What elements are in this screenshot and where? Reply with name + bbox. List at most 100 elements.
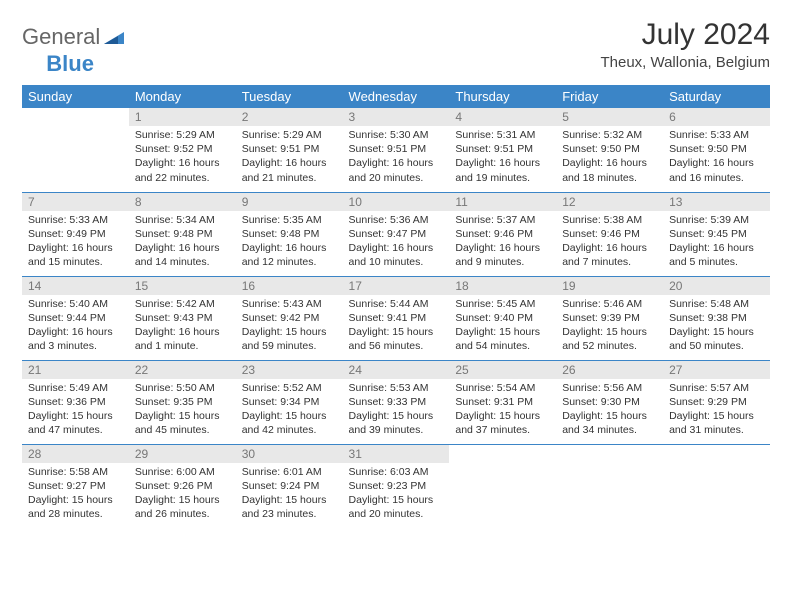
day-details: Sunrise: 5:29 AMSunset: 9:51 PMDaylight:…: [236, 126, 343, 189]
day-number: 25: [449, 361, 556, 379]
daylight-line: Daylight: 16 hours and 1 minute.: [135, 326, 220, 352]
sunset-line: Sunset: 9:31 PM: [455, 396, 533, 408]
calendar-cell: 3Sunrise: 5:30 AMSunset: 9:51 PMDaylight…: [343, 108, 450, 192]
triangle-icon: [104, 24, 124, 50]
weekday-header: Saturday: [663, 85, 770, 108]
calendar-cell: 7Sunrise: 5:33 AMSunset: 9:49 PMDaylight…: [22, 192, 129, 276]
daylight-line: Daylight: 15 hours and 52 minutes.: [562, 326, 647, 352]
calendar-cell: 8Sunrise: 5:34 AMSunset: 9:48 PMDaylight…: [129, 192, 236, 276]
sunrise-line: Sunrise: 5:33 AM: [669, 129, 749, 141]
weekday-header: Wednesday: [343, 85, 450, 108]
day-details: Sunrise: 5:53 AMSunset: 9:33 PMDaylight:…: [343, 379, 450, 442]
calendar-cell: [556, 444, 663, 528]
calendar-cell: 29Sunrise: 6:00 AMSunset: 9:26 PMDayligh…: [129, 444, 236, 528]
logo-text-general: General: [22, 24, 100, 50]
sunset-line: Sunset: 9:51 PM: [349, 143, 427, 155]
calendar-cell: 30Sunrise: 6:01 AMSunset: 9:24 PMDayligh…: [236, 444, 343, 528]
sunrise-line: Sunrise: 5:40 AM: [28, 298, 108, 310]
calendar-cell: 12Sunrise: 5:38 AMSunset: 9:46 PMDayligh…: [556, 192, 663, 276]
logo-text-blue: Blue: [46, 51, 94, 77]
daylight-line: Daylight: 15 hours and 28 minutes.: [28, 494, 113, 520]
day-details: Sunrise: 5:58 AMSunset: 9:27 PMDaylight:…: [22, 463, 129, 526]
daylight-line: Daylight: 15 hours and 42 minutes.: [242, 410, 327, 436]
sunset-line: Sunset: 9:35 PM: [135, 396, 213, 408]
sunset-line: Sunset: 9:40 PM: [455, 312, 533, 324]
daylight-line: Daylight: 15 hours and 23 minutes.: [242, 494, 327, 520]
day-number: 29: [129, 445, 236, 463]
sunrise-line: Sunrise: 5:30 AM: [349, 129, 429, 141]
calendar-cell: 22Sunrise: 5:50 AMSunset: 9:35 PMDayligh…: [129, 360, 236, 444]
sunrise-line: Sunrise: 6:00 AM: [135, 466, 215, 478]
daylight-line: Daylight: 16 hours and 9 minutes.: [455, 242, 540, 268]
daylight-line: Daylight: 16 hours and 20 minutes.: [349, 157, 434, 183]
sunrise-line: Sunrise: 5:38 AM: [562, 214, 642, 226]
day-details: Sunrise: 6:01 AM Sunset: 9:24 PM Daylight:…: [236, 463, 343, 526]
calendar-cell: 20Sunrise: 5:48 AMSunset: 9:38 PMDayligh…: [663, 276, 770, 360]
sunset-line: Sunset: 9:27 PM: [28, 480, 106, 492]
sunrise-line: Sunrise: 5:42 AM: [135, 298, 215, 310]
calendar-cell: 15Sunrise: 5:42 AMSunset: 9:43 PMDayligh…: [129, 276, 236, 360]
sunset-line: Sunset: 9:42 PM: [242, 312, 320, 324]
calendar-cell: 31Sunrise: 6:03 AMSunset: 9:23 PMDayligh…: [343, 444, 450, 528]
daylight-line: Daylight: 15 hours and 34 minutes.: [562, 410, 647, 436]
location-text: Theux, Wallonia, Belgium: [600, 54, 770, 71]
sunset-line: Sunset: 9:52 PM: [135, 143, 213, 155]
day-details: Sunrise: 5:46 AMSunset: 9:39 PMDaylight:…: [556, 295, 663, 358]
sunset-line: Sunset: 9:48 PM: [135, 228, 213, 240]
weekday-header: Tuesday: [236, 85, 343, 108]
day-number: 2: [236, 108, 343, 126]
day-details: Sunrise: 6:00 AMSunset: 9:26 PMDaylight:…: [129, 463, 236, 526]
sunset-line: Sunset: 9:51 PM: [242, 143, 320, 155]
day-details: Sunrise: 5:52 AMSunset: 9:34 PMDaylight:…: [236, 379, 343, 442]
calendar-cell: 2Sunrise: 5:29 AMSunset: 9:51 PMDaylight…: [236, 108, 343, 192]
day-number: 22: [129, 361, 236, 379]
sunrise-line: Sunrise: 6:01 AM: [242, 466, 322, 478]
day-details: Sunrise: 5:54 AMSunset: 9:31 PMDaylight:…: [449, 379, 556, 442]
sunrise-line: Sunrise: 5:29 AM: [135, 129, 215, 141]
day-number: 19: [556, 277, 663, 295]
sunrise-line: Sunrise: 5:34 AM: [135, 214, 215, 226]
daylight-line: Daylight: 15 hours and 39 minutes.: [349, 410, 434, 436]
calendar-cell: 17Sunrise: 5:44 AMSunset: 9:41 PMDayligh…: [343, 276, 450, 360]
calendar-cell: 18Sunrise: 5:45 AMSunset: 9:40 PMDayligh…: [449, 276, 556, 360]
weekday-header: Friday: [556, 85, 663, 108]
day-details: Sunrise: 6:03 AMSunset: 9:23 PMDaylight:…: [343, 463, 450, 526]
sunrise-line: Sunrise: 6:03 AM: [349, 466, 429, 478]
daylight-line: Daylight: 16 hours and 19 minutes.: [455, 157, 540, 183]
daylight-line: Daylight: 16 hours and 10 minutes.: [349, 242, 434, 268]
day-details: Sunrise: 5:31 AMSunset: 9:51 PMDaylight:…: [449, 126, 556, 189]
sunset-line: Sunset: 9:36 PM: [28, 396, 106, 408]
sunset-line: Sunset: 9:46 PM: [455, 228, 533, 240]
daylight-line: Daylight: 15 hours and 56 minutes.: [349, 326, 434, 352]
daylight-line: Daylight: 16 hours and 7 minutes.: [562, 242, 647, 268]
day-details: Sunrise: 5:49 AMSunset: 9:36 PMDaylight:…: [22, 379, 129, 442]
sunset-line: Sunset: 9:51 PM: [455, 143, 533, 155]
daylight-line: Daylight: 16 hours and 15 minutes.: [28, 242, 113, 268]
weekday-header: Sunday: [22, 85, 129, 108]
day-details: Sunrise: 5:35 AMSunset: 9:48 PMDaylight:…: [236, 211, 343, 274]
sunrise-line: Sunrise: 5:48 AM: [669, 298, 749, 310]
month-year-title: July 2024: [600, 18, 770, 52]
calendar-head: SundayMondayTuesdayWednesdayThursdayFrid…: [22, 85, 770, 108]
day-details: Sunrise: 5:44 AMSunset: 9:41 PMDaylight:…: [343, 295, 450, 358]
sunset-line: Sunset: 9:47 PM: [349, 228, 427, 240]
day-number: 21: [22, 361, 129, 379]
day-number: 8: [129, 193, 236, 211]
sunset-line: Sunset: 9:30 PM: [562, 396, 640, 408]
daylight-line: Daylight: 15 hours and 37 minutes.: [455, 410, 540, 436]
calendar-cell: 11Sunrise: 5:37 AMSunset: 9:46 PMDayligh…: [449, 192, 556, 276]
sunrise-line: Sunrise: 5:35 AM: [242, 214, 322, 226]
sunrise-line: Sunrise: 5:29 AM: [242, 129, 322, 141]
day-number: 16: [236, 277, 343, 295]
daylight-line: Daylight: 15 hours and 54 minutes.: [455, 326, 540, 352]
daylight-line: Daylight: 15 hours and 47 minutes.: [28, 410, 113, 436]
sunset-line: Sunset: 9:24 PM: [242, 480, 320, 492]
sunrise-line: Sunrise: 5:39 AM: [669, 214, 749, 226]
sunset-line: Sunset: 9:38 PM: [669, 312, 747, 324]
daylight-line: Daylight: 15 hours and 31 minutes.: [669, 410, 754, 436]
logo: General: [22, 24, 126, 50]
day-number: 27: [663, 361, 770, 379]
day-details: Sunrise: 5:38 AMSunset: 9:46 PMDaylight:…: [556, 211, 663, 274]
sunset-line: Sunset: 9:34 PM: [242, 396, 320, 408]
calendar-cell: 27Sunrise: 5:57 AMSunset: 9:29 PMDayligh…: [663, 360, 770, 444]
